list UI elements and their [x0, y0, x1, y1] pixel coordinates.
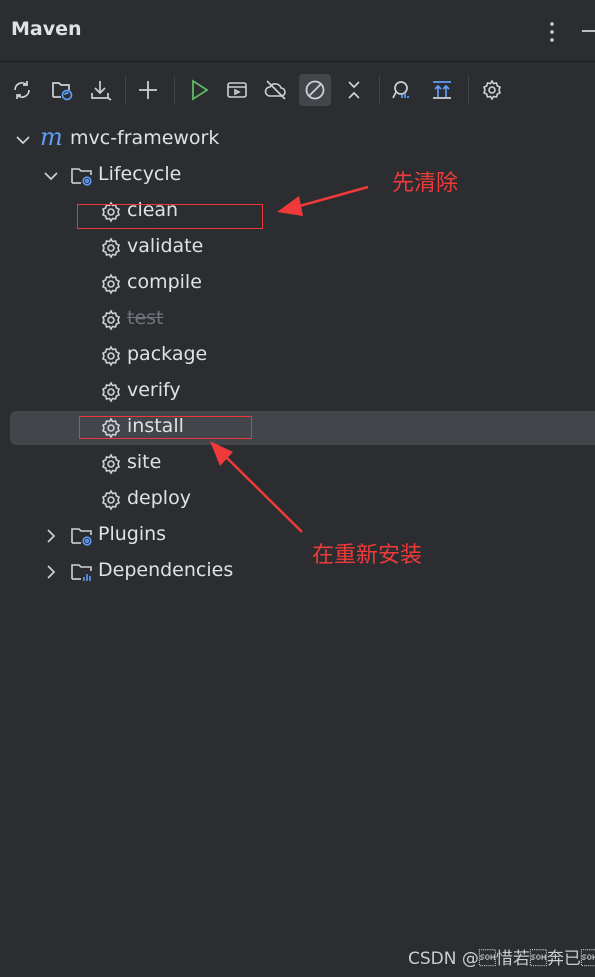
- gear-icon: [102, 273, 120, 295]
- lifecycle-folder-icon: [71, 168, 92, 186]
- execute-goal-icon: [227, 82, 247, 98]
- chevron-down-icon[interactable]: [42, 167, 60, 185]
- goal-label-skipped: test: [127, 307, 164, 329]
- toolbar-separator: [379, 76, 380, 104]
- goal-verify[interactable]: verify: [10, 375, 595, 409]
- watermark: CSDN @惜若奔已: [408, 949, 595, 969]
- panel-header: Maven: [0, 0, 595, 62]
- reload-button[interactable]: [6, 74, 38, 106]
- analyze-dependencies-icon: [392, 81, 409, 99]
- clean-highlight-box: [77, 204, 263, 229]
- add-button[interactable]: [132, 74, 164, 106]
- goal-label: verify: [127, 379, 181, 401]
- generate-sources-icon: [52, 82, 73, 101]
- goal-test[interactable]: test: [10, 303, 595, 337]
- plugins-folder-icon: [71, 528, 92, 546]
- skip-tests-icon: [305, 80, 325, 100]
- tree-item-lifecycle[interactable]: Lifecycle: [10, 159, 595, 193]
- gear-icon: [102, 345, 120, 367]
- goal-site[interactable]: site: [10, 447, 595, 481]
- download-icon: [91, 81, 112, 101]
- gear-icon: [102, 381, 120, 403]
- toolbar-separator: [174, 76, 175, 104]
- goal-package[interactable]: package: [10, 339, 595, 373]
- analyze-dependencies-button[interactable]: [386, 74, 418, 106]
- tree-item-plugins[interactable]: Plugins: [10, 519, 595, 553]
- chevron-right-icon[interactable]: [42, 563, 60, 581]
- offline-icon: [264, 80, 286, 100]
- maven-icon: m: [40, 123, 63, 151]
- add-icon: [139, 81, 157, 99]
- goal-validate[interactable]: validate: [10, 231, 595, 265]
- skip-tests-button[interactable]: [299, 74, 331, 106]
- goal-deploy[interactable]: deploy: [10, 483, 595, 517]
- maven-toolbar: [0, 68, 595, 112]
- dependencies-label: Dependencies: [98, 559, 234, 581]
- toolbar-separator: [468, 76, 469, 104]
- show-diagram-icon: [433, 81, 451, 99]
- gear-icon: [102, 309, 120, 331]
- collapse-all-button[interactable]: [338, 74, 370, 106]
- project-label: mvc-framework: [70, 127, 220, 149]
- show-diagram-button[interactable]: [426, 74, 458, 106]
- tree-item-project[interactable]: m mvc-framework: [10, 123, 595, 157]
- plugins-label: Plugins: [98, 523, 167, 545]
- gear-icon: [102, 237, 120, 259]
- goal-label: site: [127, 451, 162, 473]
- lifecycle-label: Lifecycle: [98, 163, 182, 185]
- install-highlight-box: [79, 416, 252, 439]
- annotation-reinstall: 在重新安装: [312, 543, 423, 568]
- goal-label: deploy: [127, 487, 191, 509]
- more-options-icon[interactable]: [543, 18, 561, 46]
- dependencies-folder-icon: [71, 564, 92, 581]
- reload-icon: [14, 81, 30, 99]
- chevron-right-icon[interactable]: [42, 527, 60, 545]
- download-button[interactable]: [84, 74, 116, 106]
- run-button[interactable]: [183, 74, 215, 106]
- collapse-all-icon: [348, 81, 360, 99]
- maven-settings-button[interactable]: [476, 74, 508, 106]
- annotation-clean-first: 先清除: [392, 171, 459, 196]
- goal-label: compile: [127, 271, 202, 293]
- panel-title: Maven: [11, 18, 82, 40]
- generate-sources-button[interactable]: [46, 74, 78, 106]
- goal-label: package: [127, 343, 208, 365]
- gear-icon: [102, 489, 120, 511]
- minimize-icon[interactable]: [578, 16, 595, 46]
- chevron-down-icon[interactable]: [14, 131, 32, 149]
- run-icon: [192, 79, 209, 101]
- toolbar-separator: [125, 76, 126, 104]
- toggle-offline-button[interactable]: [260, 74, 292, 106]
- goal-label: validate: [127, 235, 204, 257]
- settings-icon: [483, 79, 501, 101]
- goal-compile[interactable]: compile: [10, 267, 595, 301]
- tree-item-dependencies[interactable]: Dependencies: [10, 555, 595, 589]
- execute-goal-button[interactable]: [221, 74, 253, 106]
- gear-icon: [102, 453, 120, 475]
